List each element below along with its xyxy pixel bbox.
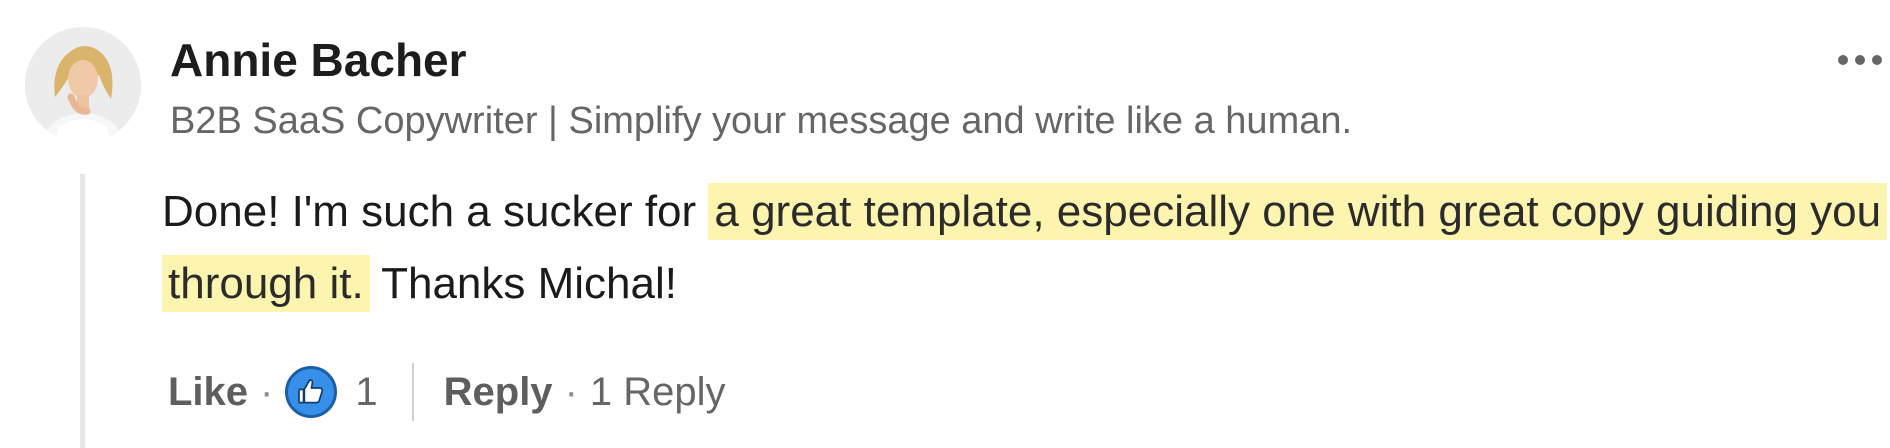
- comment-body: Done! I'm such a sucker for a great temp…: [162, 176, 1888, 320]
- separator: ·: [564, 369, 578, 414]
- like-button[interactable]: Like: [168, 370, 248, 415]
- ellipsis-icon: [1872, 55, 1882, 65]
- reply-count-link[interactable]: 1 Reply: [590, 370, 726, 415]
- avatar-image: [25, 27, 141, 143]
- author-headline: B2B SaaS Copywriter | Simplify your mess…: [170, 100, 1353, 142]
- thumbs-up-icon[interactable]: [285, 366, 338, 418]
- thread-line: [80, 174, 85, 448]
- more-options-button[interactable]: [1838, 40, 1888, 80]
- author-avatar[interactable]: [25, 27, 141, 143]
- like-count[interactable]: 1: [355, 370, 377, 415]
- action-divider: [411, 363, 414, 421]
- comment-text-end: Thanks Michal!: [369, 259, 677, 308]
- comment-actions: Like · 1 Reply · 1 Reply: [168, 356, 726, 428]
- ellipsis-icon: [1855, 55, 1865, 65]
- comment-text: Done! I'm such a sucker for: [162, 187, 709, 236]
- separator: ·: [260, 369, 274, 414]
- reply-button[interactable]: Reply: [444, 370, 553, 415]
- author-name[interactable]: Annie Bacher: [170, 30, 467, 90]
- ellipsis-icon: [1838, 55, 1848, 65]
